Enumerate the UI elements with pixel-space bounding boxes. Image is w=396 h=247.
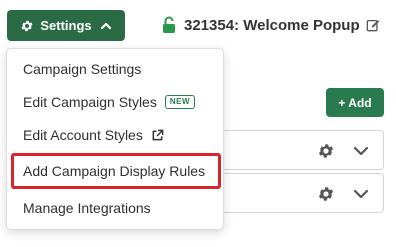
gear-icon[interactable] [317,142,335,160]
settings-button[interactable]: Settings [7,10,125,41]
chevron-up-icon [100,20,112,32]
settings-button-label: Settings [40,18,92,33]
menu-item-label: Add Campaign Display Rules [23,163,206,179]
menu-item-label: Edit Account Styles [23,127,143,143]
menu-item-label: Manage Integrations [23,200,151,216]
add-button[interactable]: + Add [326,88,384,117]
lock-open-icon [162,16,176,34]
menu-item-edit-campaign-styles[interactable]: Edit Campaign Styles NEW [7,87,223,117]
gear-icon[interactable] [317,185,335,203]
menu-item-label: Edit Campaign Styles [23,94,157,110]
external-link-icon [151,129,164,142]
new-badge: NEW [164,95,196,109]
list-row[interactable] [200,130,384,170]
chevron-down-icon[interactable] [352,187,370,201]
campaign-header: 321354: Welcome Popup [162,13,380,37]
menu-item-manage-integrations[interactable]: Manage Integrations [7,193,223,223]
gear-icon [20,19,34,33]
chevron-down-icon[interactable] [352,144,370,158]
list-row[interactable] [200,173,384,213]
menu-item-label: Campaign Settings [23,61,142,77]
campaign-title: 321354: Welcome Popup [184,16,360,34]
menu-item-campaign-settings[interactable]: Campaign Settings [7,54,223,84]
menu-item-add-campaign-display-rules[interactable]: Add Campaign Display Rules [11,153,221,189]
pencil-icon[interactable] [366,18,380,32]
menu-item-edit-account-styles[interactable]: Edit Account Styles [7,120,223,150]
settings-dropdown-menu: Campaign Settings Edit Campaign Styles N… [6,48,224,230]
